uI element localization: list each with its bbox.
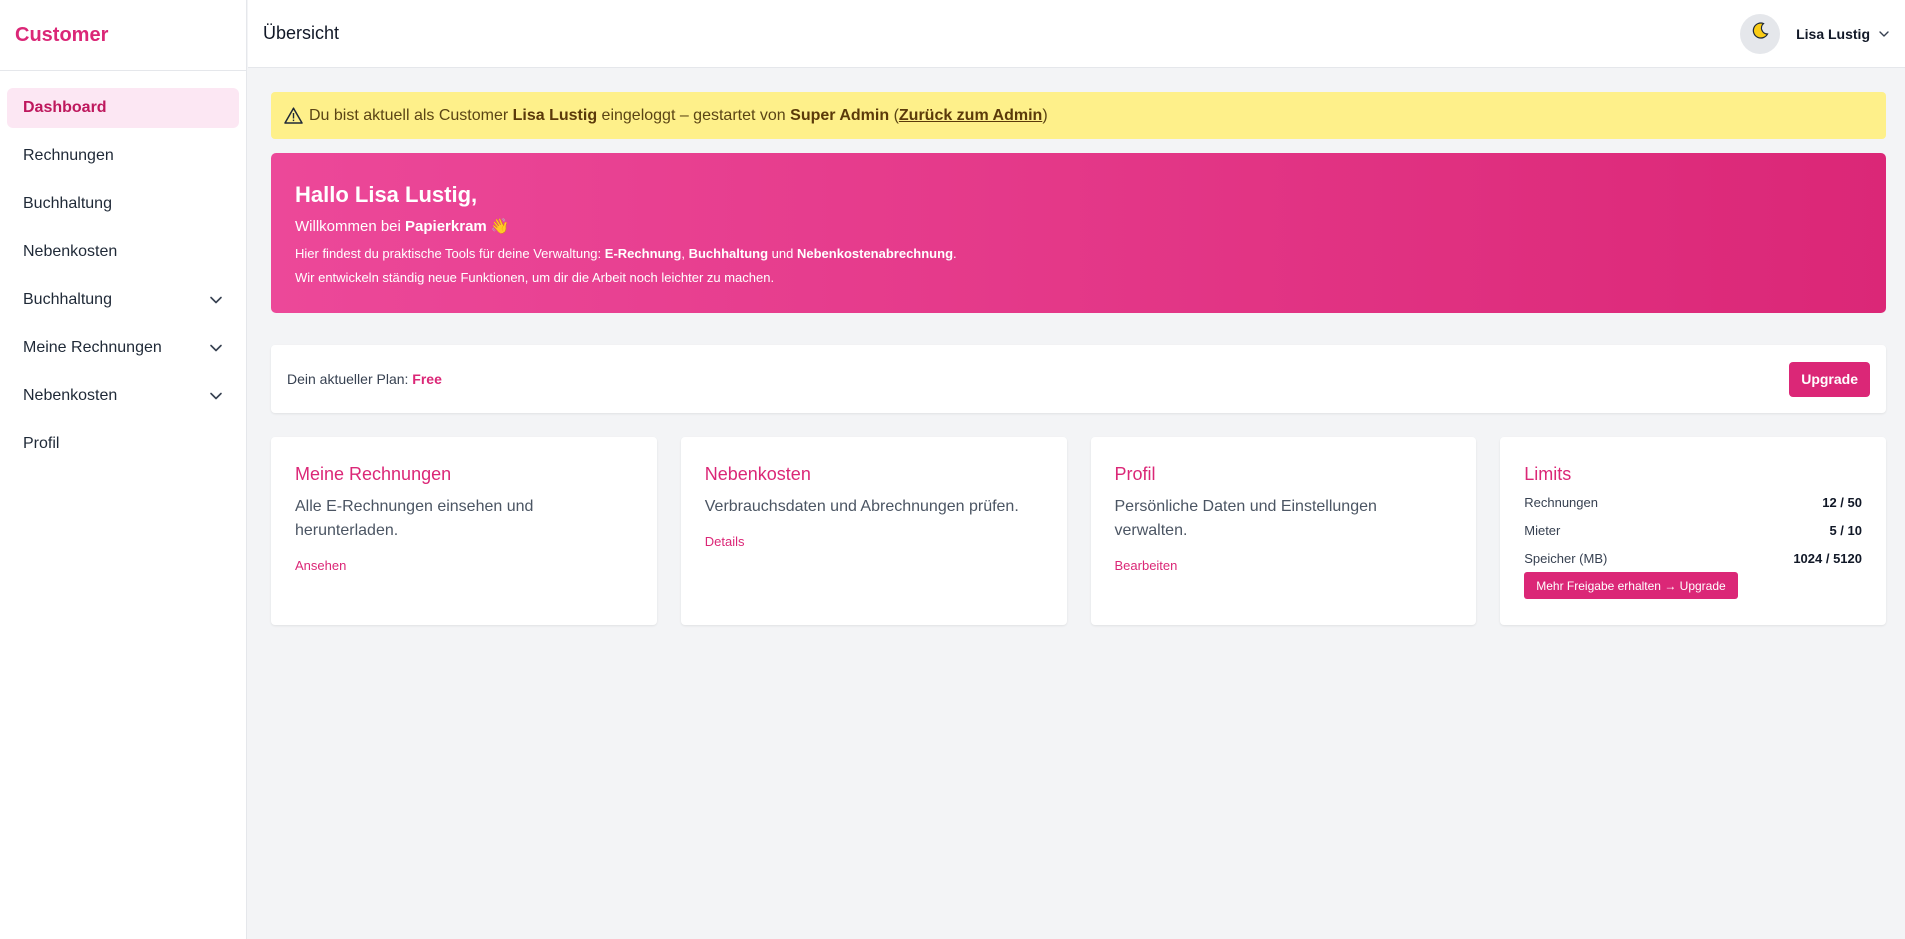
card-description: Verbrauchsdaten und Abrechnungen prüfen. bbox=[704, 498, 1019, 515]
card-link-ansehen[interactable]: Ansehen bbox=[295, 558, 346, 573]
card-limits: Limits Rechnungen 12 / 50 Mieter 5 / 10 … bbox=[1500, 437, 1886, 625]
card-title: Limits bbox=[1524, 464, 1572, 484]
alert-text: Du bist aktuell als Customer Lisa Lustig… bbox=[309, 107, 1048, 125]
sidebar-item-label: Buchhaltung bbox=[23, 291, 112, 308]
chevron-down-icon bbox=[209, 341, 223, 355]
chevron-down-icon[interactable] bbox=[1878, 28, 1890, 40]
sidebar-item-rechnungen[interactable]: Rechnungen bbox=[7, 136, 239, 176]
sidebar-item-nebenkosten[interactable]: Nebenkosten bbox=[7, 232, 239, 272]
welcome-subtitle: Willkommen bei Papierkram 👋 bbox=[295, 217, 1862, 235]
welcome-title: Hallo Lisa Lustig, bbox=[295, 182, 478, 207]
limit-row-speicher: Speicher (MB) 1024 / 5120 bbox=[1524, 544, 1862, 572]
alert-middle: eingeloggt – gestartet von bbox=[601, 106, 786, 124]
separator: , bbox=[681, 246, 685, 261]
chevron-down-icon bbox=[209, 389, 223, 403]
tool-buchhaltung: Buchhaltung bbox=[688, 246, 769, 261]
separator: . bbox=[953, 246, 957, 261]
plan-name: Free bbox=[412, 371, 442, 387]
welcome-line-prefix: Hier findest du praktische Tools für dei… bbox=[295, 246, 602, 261]
sidebar-item-label: Buchhaltung bbox=[23, 195, 112, 212]
sidebar-item-dashboard[interactable]: Dashboard bbox=[7, 88, 239, 128]
card-title: Nebenkosten bbox=[704, 464, 811, 484]
sidebar-group-meine-rechnungen[interactable]: Meine Rechnungen bbox=[7, 328, 239, 368]
sidebar-item-label: Profil bbox=[23, 435, 60, 452]
more-quota-upgrade-button[interactable]: Mehr Freigabe erhalten → Upgrade bbox=[1524, 572, 1738, 599]
card-title: Profil bbox=[1114, 464, 1156, 484]
welcome-line-1: Hier findest du praktische Tools für dei… bbox=[295, 242, 1862, 266]
alert-paren: ) bbox=[1042, 106, 1048, 124]
user-menu-name[interactable]: Lisa Lustig bbox=[1796, 26, 1870, 42]
wave-icon: 👋 bbox=[490, 218, 510, 235]
sidebar: Customer Dashboard Rechnungen Buchhaltun… bbox=[0, 0, 247, 939]
plan-text: Dein aktueller Plan: Free bbox=[287, 371, 442, 387]
theme-toggle-button[interactable] bbox=[1740, 13, 1781, 54]
chevron-down-icon bbox=[209, 293, 223, 307]
sidebar-item-buchhaltung[interactable]: Buchhaltung bbox=[7, 184, 239, 224]
limit-value: 5 / 10 bbox=[1829, 522, 1862, 538]
sidebar-group-nebenkosten[interactable]: Nebenkosten bbox=[7, 376, 239, 416]
card-link-bearbeiten[interactable]: Bearbeiten bbox=[1115, 558, 1178, 573]
card-title: Meine Rechnungen bbox=[295, 464, 452, 484]
impersonation-alert: Du bist aktuell als Customer Lisa Lustig… bbox=[271, 92, 1886, 139]
card-profil: Profil Persönliche Daten und Einstellung… bbox=[1090, 437, 1477, 625]
card-nebenkosten: Nebenkosten Verbrauchsdaten und Abrechnu… bbox=[680, 437, 1067, 625]
welcome-line-2: Wir entwickeln ständig neue Funktionen, … bbox=[295, 270, 775, 285]
alert-prefix: Du bist aktuell als Customer bbox=[309, 106, 509, 124]
warning-icon bbox=[284, 107, 303, 124]
sidebar-nav: Dashboard Rechnungen Buchhaltung Nebenko… bbox=[0, 71, 246, 464]
sidebar-item-label: Dashboard bbox=[23, 99, 107, 116]
alert-admin: Super Admin bbox=[790, 106, 890, 124]
card-meine-rechnungen: Meine Rechnungen Alle E-Rechnungen einse… bbox=[271, 437, 657, 625]
main-content: Du bist aktuell als Customer Lisa Lustig… bbox=[271, 92, 1886, 625]
welcome-brand: Papierkram bbox=[405, 218, 487, 235]
sidebar-group-buchhaltung[interactable]: Buchhaltung bbox=[7, 280, 239, 320]
limit-row-rechnungen: Rechnungen 12 / 50 bbox=[1524, 488, 1862, 516]
limit-value: 1024 / 5120 bbox=[1793, 550, 1862, 566]
sidebar-item-label: Meine Rechnungen bbox=[23, 339, 162, 356]
sidebar-item-label: Nebenkosten bbox=[23, 387, 118, 404]
sidebar-item-label: Rechnungen bbox=[23, 147, 114, 164]
limit-label: Speicher (MB) bbox=[1524, 550, 1608, 566]
moon-icon bbox=[1750, 21, 1770, 46]
upgrade-button[interactable]: Upgrade bbox=[1789, 361, 1870, 397]
plan-panel: Dein aktueller Plan: Free Upgrade bbox=[271, 345, 1886, 413]
limit-label: Rechnungen bbox=[1524, 494, 1598, 510]
brand-title: Customer bbox=[0, 0, 246, 71]
back-to-admin-link[interactable]: Zurück zum Admin bbox=[899, 107, 1042, 124]
welcome-prefix: Willkommen bei bbox=[295, 218, 401, 235]
page-title: Übersicht bbox=[263, 23, 340, 43]
header-right: Lisa Lustig bbox=[1740, 13, 1890, 54]
welcome-banner: Hallo Lisa Lustig, Willkommen bei Papier… bbox=[271, 153, 1886, 313]
dashboard-cards: Meine Rechnungen Alle E-Rechnungen einse… bbox=[271, 437, 1886, 625]
limit-label: Mieter bbox=[1524, 522, 1561, 538]
card-description: Persönliche Daten und Einstellungen verw… bbox=[1114, 498, 1377, 539]
sidebar-item-label: Nebenkosten bbox=[23, 243, 118, 260]
limit-value: 12 / 50 bbox=[1822, 494, 1862, 510]
plan-label: Dein aktueller Plan: bbox=[287, 371, 409, 387]
limit-row-mieter: Mieter 5 / 10 bbox=[1524, 516, 1862, 544]
tool-nebenkosten: Nebenkostenabrechnung bbox=[796, 246, 954, 261]
card-description: Alle E-Rechnungen einsehen und herunterl… bbox=[295, 498, 534, 539]
sidebar-item-profil[interactable]: Profil bbox=[7, 424, 239, 464]
separator: und bbox=[771, 246, 794, 261]
alert-user: Lisa Lustig bbox=[512, 106, 598, 124]
top-header: Übersicht Lisa Lustig bbox=[248, 0, 1905, 68]
card-link-details[interactable]: Details bbox=[705, 534, 745, 549]
tool-e-rechnung: E-Rechnung bbox=[604, 246, 682, 261]
